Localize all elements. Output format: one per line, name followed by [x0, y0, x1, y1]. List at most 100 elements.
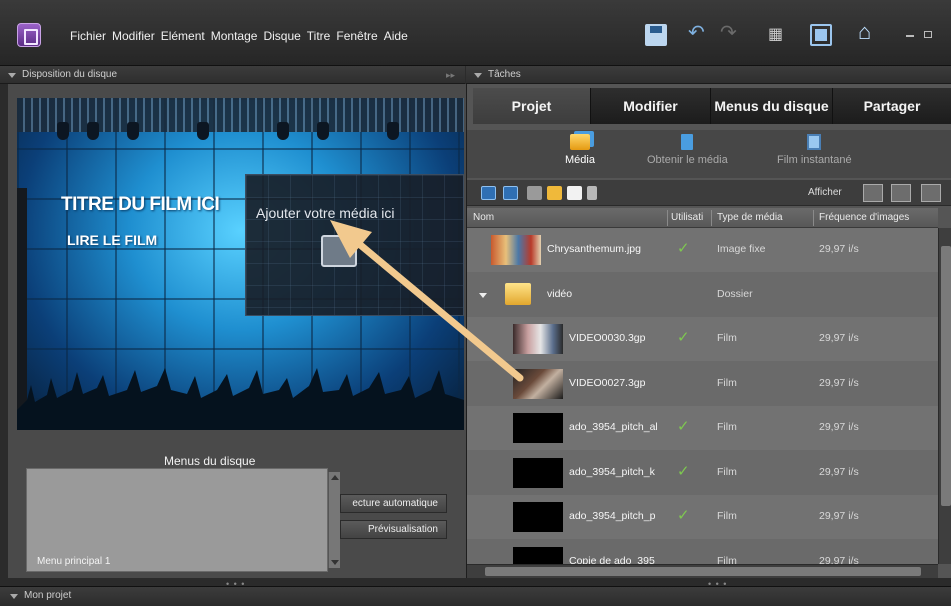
- menu-disque[interactable]: Disque: [263, 29, 300, 43]
- show-audio-toggle-icon[interactable]: [891, 184, 911, 202]
- horizontal-scrollbar[interactable]: [467, 564, 938, 578]
- used-check-icon: ✓: [677, 240, 690, 257]
- horizontal-scroll-thumb[interactable]: [485, 567, 921, 576]
- disc-layout-header[interactable]: Disposition du disque ▸▸: [0, 66, 465, 84]
- column-media-type[interactable]: Type de média: [717, 212, 783, 223]
- subtab-media[interactable]: Média: [565, 134, 595, 166]
- menu-fenetre[interactable]: Fenêtre: [336, 29, 377, 43]
- column-divider[interactable]: [813, 210, 814, 226]
- menu-aide[interactable]: Aide: [384, 29, 408, 43]
- media-name: Copie de ado_395: [569, 554, 655, 565]
- menu-title-text[interactable]: TITRE DU FILM ICI: [61, 194, 220, 216]
- media-frame-rate: 29,97 i/s: [819, 465, 859, 478]
- media-thumbnail: [513, 546, 563, 564]
- show-video-toggle-icon[interactable]: [863, 184, 883, 202]
- media-thumbnail: [513, 502, 563, 532]
- play-movie-button[interactable]: LIRE LE FILM: [67, 232, 157, 248]
- media-table-header: Nom Utilisati Type de média Fréquence d'…: [467, 208, 938, 228]
- layout-icon[interactable]: [765, 24, 787, 46]
- menu-montage[interactable]: Montage: [211, 29, 258, 43]
- subtab-instant-movie-label: Film instantané: [777, 154, 852, 166]
- home-icon[interactable]: [857, 19, 879, 46]
- media-table-body: Chrysanthemum.jpg ✓ Image fixe 29,97 i/s vid…: [467, 228, 938, 564]
- used-check-icon: ✓: [677, 418, 690, 435]
- spotlight-icon: [317, 122, 329, 140]
- menu-list-scrollbar[interactable]: [328, 472, 340, 568]
- tasks-header[interactable]: Tâches: [466, 66, 951, 84]
- tab-partager[interactable]: Partager: [833, 88, 951, 124]
- column-name[interactable]: Nom: [473, 212, 494, 223]
- folder-row[interactable]: vidéo Dossier: [467, 272, 938, 317]
- menu-thumbnail-label[interactable]: Menu principal 1: [37, 556, 110, 567]
- minimize-icon[interactable]: [906, 35, 914, 37]
- used-check-icon: ✓: [677, 507, 690, 524]
- media-row[interactable]: ado_3954_pitch_k ✓ Film 29,97 i/s: [467, 450, 938, 495]
- fullscreen-icon[interactable]: [810, 24, 832, 46]
- media-name: vidéo: [547, 287, 573, 300]
- get-media-icon: [681, 134, 694, 150]
- task-tabs: Projet Modifier Menus du disque Partager: [473, 88, 951, 124]
- open-folder-icon[interactable]: [527, 186, 542, 200]
- disc-menus-label: Menus du disque: [164, 454, 256, 468]
- media-icon: [569, 134, 590, 150]
- new-item-icon[interactable]: [567, 186, 582, 200]
- panel-splitter-handle[interactable]: • • •: [226, 579, 245, 589]
- grid-view-icon[interactable]: [503, 186, 518, 200]
- media-type: Film: [717, 510, 737, 522]
- media-row[interactable]: ado_3954_pitch_al ✓ Film 29,97 i/s: [467, 406, 938, 451]
- media-thumbnail: [513, 368, 563, 399]
- column-frame-rate[interactable]: Fréquence d'images: [819, 212, 909, 223]
- vertical-scroll-thumb[interactable]: [941, 246, 951, 506]
- trash-icon[interactable]: [587, 186, 597, 200]
- tab-menus-du-disque[interactable]: Menus du disque: [711, 88, 833, 124]
- media-name: VIDEO0030.3gp: [569, 332, 646, 344]
- column-divider[interactable]: [711, 210, 712, 226]
- media-frame-rate: 29,97 i/s: [819, 243, 859, 255]
- media-thumbnail: [491, 235, 541, 265]
- column-divider[interactable]: [667, 210, 668, 226]
- menu-thumbnail-list[interactable]: Menu principal 1: [26, 468, 328, 572]
- spotlight-icon: [387, 122, 399, 140]
- expand-folder-icon[interactable]: [479, 292, 487, 298]
- column-used[interactable]: Utilisati: [671, 212, 703, 223]
- collapse-icon: [10, 594, 18, 599]
- media-name: Chrysanthemum.jpg: [547, 243, 641, 255]
- list-view-icon[interactable]: [481, 186, 496, 200]
- app-logo-icon[interactable]: [17, 23, 41, 47]
- media-type: Image fixe: [717, 243, 766, 255]
- menu-element[interactable]: Elément: [161, 29, 205, 43]
- menu-titre[interactable]: Titre: [307, 29, 331, 43]
- folder-icon: [505, 282, 531, 305]
- menu-fichier[interactable]: Fichier: [70, 29, 106, 43]
- disc-menu-preview[interactable]: TITRE DU FILM ICI LIRE LE FILM Ajouter v…: [17, 98, 464, 430]
- media-drop-zone[interactable]: Ajouter votre média ici: [245, 174, 464, 316]
- instant-movie-icon: [807, 134, 822, 150]
- menu-modifier[interactable]: Modifier: [112, 29, 155, 43]
- vertical-scrollbar[interactable]: [938, 228, 951, 564]
- title-bar: Fichier Modifier Elément Montage Disque …: [0, 0, 951, 66]
- media-type: Dossier: [717, 287, 753, 300]
- subtab-get-media[interactable]: Obtenir le média: [647, 134, 728, 166]
- media-row[interactable]: ado_3954_pitch_p ✓ Film 29,97 i/s: [467, 495, 938, 540]
- subtab-instant-movie[interactable]: Film instantané: [777, 134, 852, 166]
- my-project-header[interactable]: Mon projet: [0, 586, 951, 606]
- spotlight-icon: [87, 122, 99, 140]
- autoplay-button[interactable]: ecture automatique: [340, 494, 447, 513]
- media-row[interactable]: VIDEO0027.3gp Film 29,97 i/s: [467, 361, 938, 406]
- media-type: Film: [717, 332, 737, 344]
- redo-icon[interactable]: [720, 20, 742, 46]
- media-row[interactable]: Chrysanthemum.jpg ✓ Image fixe 29,97 i/s: [467, 228, 938, 273]
- media-row[interactable]: Copie de ado_395 Film 29,97 i/s: [467, 539, 938, 565]
- tab-projet[interactable]: Projet: [473, 88, 591, 124]
- save-icon[interactable]: [645, 24, 667, 46]
- media-row[interactable]: VIDEO0030.3gp ✓ Film 29,97 i/s: [467, 317, 938, 362]
- new-folder-icon[interactable]: [547, 186, 562, 200]
- tab-modifier[interactable]: Modifier: [591, 88, 711, 124]
- subtab-media-label: Média: [565, 154, 595, 166]
- maximize-icon[interactable]: [924, 31, 932, 38]
- media-thumbnail: [513, 457, 563, 488]
- preview-button[interactable]: Prévisualisation: [340, 520, 447, 539]
- undo-icon[interactable]: [688, 20, 710, 46]
- show-image-toggle-icon[interactable]: [921, 184, 941, 202]
- panel-splitter-handle[interactable]: • • •: [708, 579, 727, 589]
